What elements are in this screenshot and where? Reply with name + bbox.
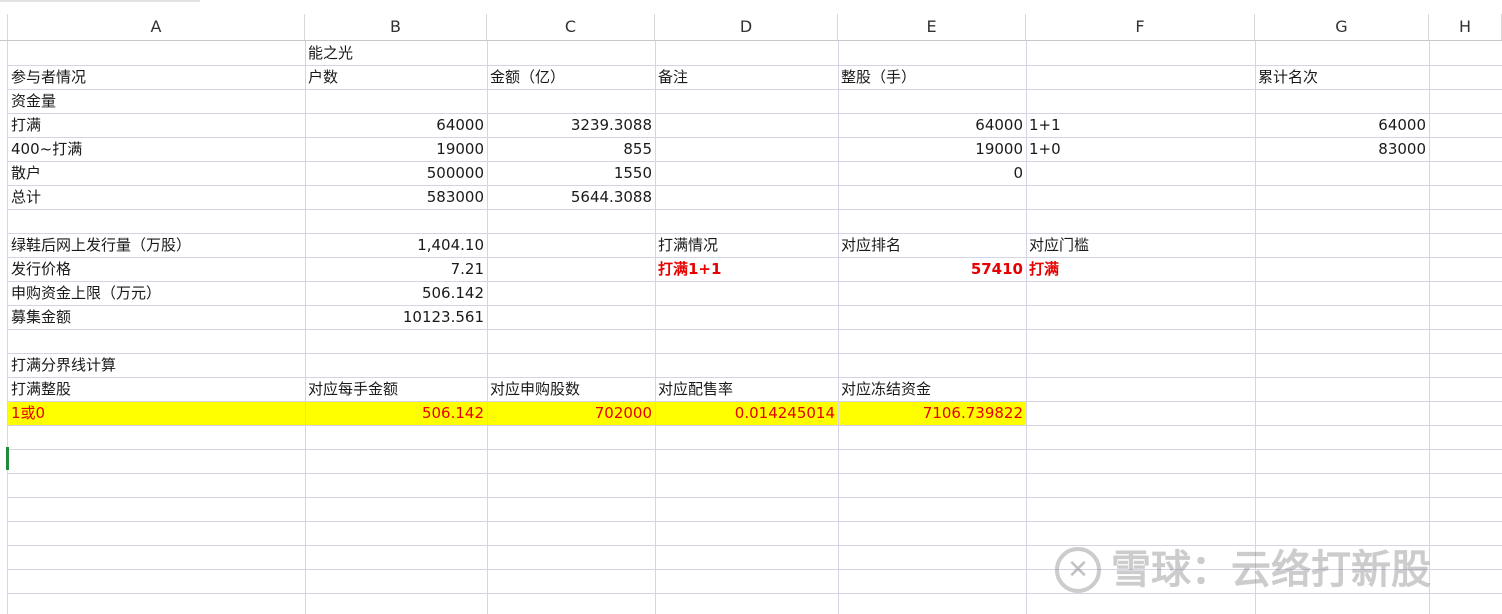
- watermark-text: 雪球：云络打新股: [1111, 547, 1431, 593]
- column-header-d[interactable]: D: [655, 14, 838, 40]
- cell-e4[interactable]: 64000: [838, 113, 1026, 137]
- cell-a3[interactable]: 资金量: [8, 89, 305, 113]
- gridline: [8, 209, 1502, 210]
- cell-b1[interactable]: 能之光: [305, 41, 487, 65]
- watermark: ✕ 雪球：云络打新股: [1055, 540, 1475, 600]
- cell-a2[interactable]: 参与者情况: [8, 65, 305, 89]
- gridline: [655, 41, 656, 614]
- cell-c7[interactable]: 5644.3088: [487, 185, 655, 209]
- gridline: [8, 425, 1502, 426]
- cell-a7[interactable]: 总计: [8, 185, 305, 209]
- cell-a15[interactable]: 打满整股: [8, 377, 305, 401]
- cell-a10[interactable]: 发行价格: [8, 257, 305, 281]
- gridline: [1429, 41, 1430, 614]
- cell-d15[interactable]: 对应配售率: [655, 377, 838, 401]
- tab-strip: [0, 0, 1502, 14]
- column-header-c[interactable]: C: [487, 14, 655, 40]
- cell-f4[interactable]: 1+1: [1026, 113, 1255, 137]
- cell-e9[interactable]: 对应排名: [838, 233, 1026, 257]
- gridline: [8, 497, 1502, 498]
- cell-c4[interactable]: 3239.3088: [487, 113, 655, 137]
- cell-a9[interactable]: 绿鞋后网上发行量（万股）: [8, 233, 305, 257]
- column-header-e[interactable]: E: [838, 14, 1026, 40]
- cell-b11[interactable]: 506.142: [305, 281, 487, 305]
- cell-b16[interactable]: 506.142: [305, 401, 487, 425]
- cell-a5[interactable]: 400~打满: [8, 137, 305, 161]
- cell-a14[interactable]: 打满分界线计算: [8, 353, 305, 377]
- cell-a4[interactable]: 打满: [8, 113, 305, 137]
- cell-d10[interactable]: 打满1+1: [655, 257, 838, 281]
- cell-b2[interactable]: 户数: [305, 65, 487, 89]
- column-header-bar: A B C D E F G H: [0, 14, 1502, 41]
- spreadsheet-grid[interactable]: 能之光 参与者情况 户数 金额（亿） 备注 整股（手） 累计名次 资金量 打满 …: [0, 41, 1502, 614]
- snowball-logo-icon: ✕: [1055, 547, 1101, 593]
- cell-e10[interactable]: 57410: [838, 257, 1026, 281]
- select-all-corner[interactable]: [0, 14, 8, 40]
- cell-g2[interactable]: 累计名次: [1255, 65, 1429, 89]
- column-header-h[interactable]: H: [1429, 14, 1502, 40]
- cell-a16[interactable]: 1或0: [8, 401, 305, 425]
- gridline: [8, 473, 1502, 474]
- column-header-f[interactable]: F: [1026, 14, 1255, 40]
- cell-c16[interactable]: 702000: [487, 401, 655, 425]
- cell-c6[interactable]: 1550: [487, 161, 655, 185]
- cell-d2[interactable]: 备注: [655, 65, 838, 89]
- cell-a11[interactable]: 申购资金上限（万元）: [8, 281, 305, 305]
- cell-e2[interactable]: 整股（手）: [838, 65, 1026, 89]
- cell-b15[interactable]: 对应每手金额: [305, 377, 487, 401]
- cell-f10[interactable]: 打满: [1026, 257, 1255, 281]
- cell-d16[interactable]: 0.014245014: [655, 401, 838, 425]
- cell-f9[interactable]: 对应门槛: [1026, 233, 1255, 257]
- row-header-strip: [0, 41, 8, 614]
- cell-a6[interactable]: 散户: [8, 161, 305, 185]
- cell-b7[interactable]: 583000: [305, 185, 487, 209]
- cell-g5[interactable]: 83000: [1255, 137, 1429, 161]
- column-header-g[interactable]: G: [1255, 14, 1429, 40]
- gridline: [8, 449, 1502, 450]
- cell-b6[interactable]: 500000: [305, 161, 487, 185]
- cell-a12[interactable]: 募集金额: [8, 305, 305, 329]
- cell-c15[interactable]: 对应申购股数: [487, 377, 655, 401]
- cell-b4[interactable]: 64000: [305, 113, 487, 137]
- cell-g4[interactable]: 64000: [1255, 113, 1429, 137]
- cell-d9[interactable]: 打满情况: [655, 233, 838, 257]
- cell-b10[interactable]: 7.21: [305, 257, 487, 281]
- cell-f5[interactable]: 1+0: [1026, 137, 1255, 161]
- cell-b9[interactable]: 1,404.10: [305, 233, 487, 257]
- cell-e6[interactable]: 0: [838, 161, 1026, 185]
- cell-e16[interactable]: 7106.739822: [838, 401, 1026, 425]
- gridline: [8, 329, 1502, 330]
- cell-b12[interactable]: 10123.561: [305, 305, 487, 329]
- column-header-a[interactable]: A: [8, 14, 305, 40]
- cell-e15[interactable]: 对应冻结资金: [838, 377, 1026, 401]
- cell-e5[interactable]: 19000: [838, 137, 1026, 161]
- cell-c5[interactable]: 855: [487, 137, 655, 161]
- cell-b5[interactable]: 19000: [305, 137, 487, 161]
- column-header-b[interactable]: B: [305, 14, 487, 40]
- active-cell-marker[interactable]: [6, 447, 9, 470]
- cell-c2[interactable]: 金额（亿）: [487, 65, 655, 89]
- gridline: [8, 521, 1502, 522]
